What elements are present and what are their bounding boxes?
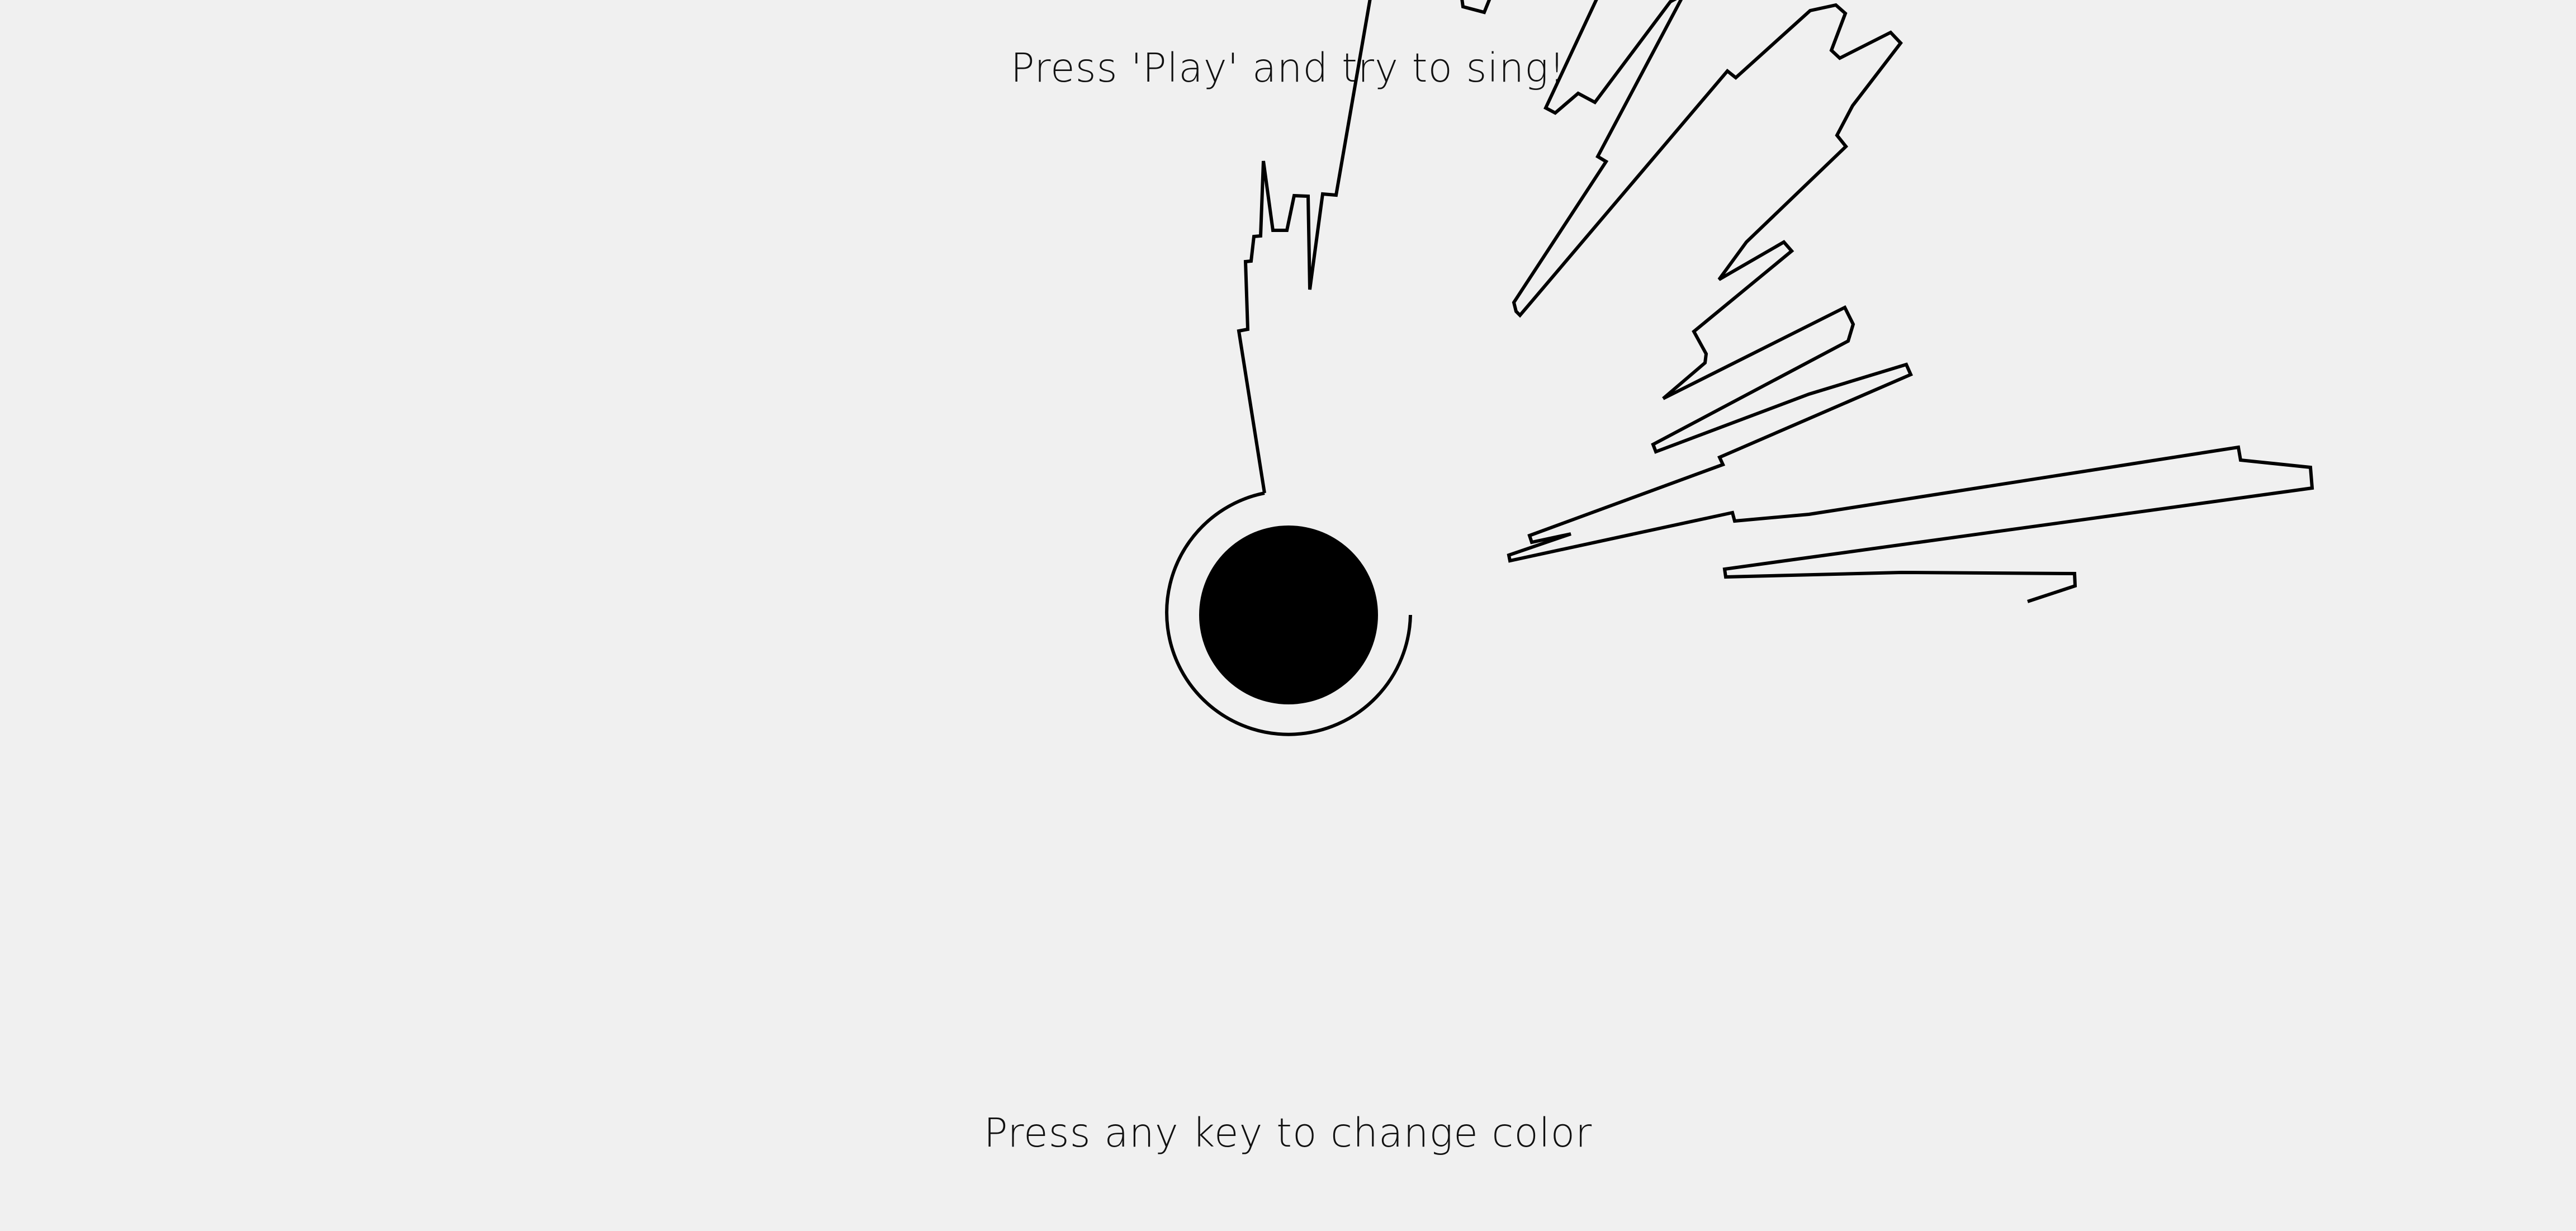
- visualizer-stage[interactable]: Press 'Play' and try to sing! Press any …: [0, 0, 2576, 1231]
- waveform-spike: [1460, 0, 1491, 15]
- waveform-spike: [1512, 0, 1903, 400]
- waveform-spike: [1507, 305, 2314, 603]
- audio-radial-visualizer: [1165, 0, 2314, 736]
- waveform-spike: [1543, 0, 1677, 115]
- waveform-spike: [1237, 0, 1372, 494]
- center-disc: [1199, 525, 1378, 704]
- color-change-instruction-text: Press any key to change color: [983, 1110, 1593, 1156]
